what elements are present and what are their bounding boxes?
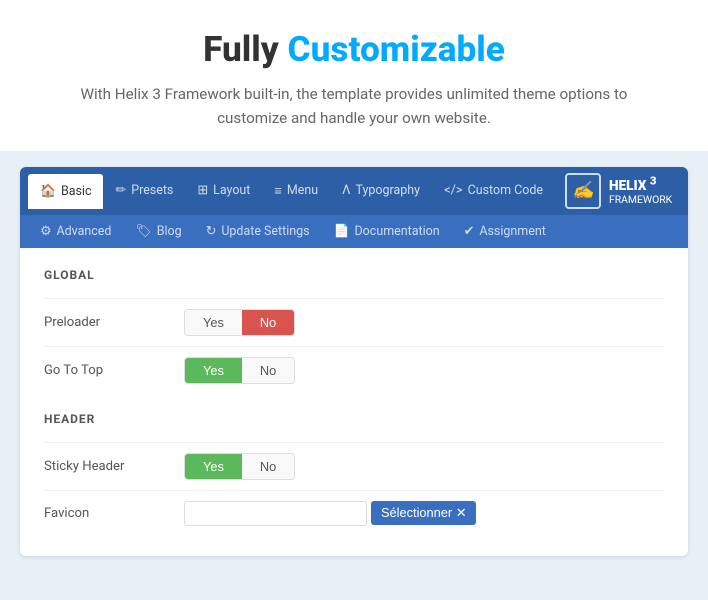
tab-assignment-label: Assignment [479, 224, 545, 239]
hero-title: Fully Customizable [60, 28, 648, 70]
tab-documentation-label: Documentation [355, 224, 440, 239]
logo-name: HELIX 3 [609, 178, 656, 194]
preloader-toggle: Yes No [184, 309, 295, 336]
logo-icon: ✍ [565, 173, 601, 209]
tab-advanced[interactable]: ⚙ Advanced [28, 215, 123, 248]
gear-icon: ⚙ [40, 224, 51, 239]
go-to-top-label: Go To Top [44, 363, 184, 378]
favicon-row: Favicon Sélectionner ✕ [44, 490, 664, 536]
tab-menu-label: Menu [287, 183, 318, 198]
tab-custom-code-label: Custom Code [468, 183, 543, 198]
tab-presets[interactable]: ✏ Presets [103, 173, 185, 208]
menu-icon: ≡ [274, 183, 281, 199]
hero-section: Fully Customizable With Helix 3 Framewor… [0, 0, 708, 151]
hero-subtitle: With Helix 3 Framework built-in, the tem… [60, 82, 648, 131]
tab-layout-label: Layout [213, 183, 250, 198]
logo-subtitle: FRAMEWORK [609, 194, 672, 206]
favicon-label: Favicon [44, 506, 184, 521]
nav-top: 🏠 Basic ✏ Presets ⊞ Layout ≡ Menu Λ Typo… [20, 167, 688, 215]
logo-char: ✍ [572, 181, 594, 201]
code-icon: </> [444, 183, 462, 198]
header-section-label: HEADER [44, 412, 664, 426]
go-to-top-toggle: Yes No [184, 357, 295, 384]
tab-typography[interactable]: Λ Typography [330, 173, 432, 208]
go-to-top-yes-button[interactable]: Yes [185, 358, 242, 383]
preloader-row: Preloader Yes No [44, 298, 664, 346]
preloader-label: Preloader [44, 315, 184, 330]
sticky-header-toggle: Yes No [184, 453, 295, 480]
typography-icon: Λ [342, 183, 350, 198]
go-to-top-no-button[interactable]: No [242, 358, 294, 383]
panel-wrapper: 🏠 Basic ✏ Presets ⊞ Layout ≡ Menu Λ Typo… [0, 151, 708, 576]
global-section-label: GLOBAL [44, 268, 664, 282]
sticky-header-label: Sticky Header [44, 459, 184, 474]
logo-area: ✍ HELIX 3 FRAMEWORK [555, 167, 682, 215]
tab-layout[interactable]: ⊞ Layout [185, 173, 262, 208]
go-to-top-row: Go To Top Yes No [44, 346, 664, 394]
favicon-select-group: Sélectionner ✕ [184, 501, 476, 526]
refresh-icon: ↻ [206, 224, 217, 239]
tab-update-settings-label: Update Settings [221, 224, 309, 239]
tab-basic-label: Basic [61, 184, 92, 199]
tab-basic[interactable]: 🏠 Basic [28, 174, 103, 209]
nav-bottom: ⚙ Advanced 🏷 Blog ↻ Update Settings 📄 Do… [20, 215, 688, 248]
check-icon: ✔ [464, 224, 475, 239]
sticky-header-row: Sticky Header Yes No [44, 442, 664, 490]
framework-panel: 🏠 Basic ✏ Presets ⊞ Layout ≡ Menu Λ Typo… [20, 167, 688, 556]
sticky-header-no-button[interactable]: No [242, 454, 294, 479]
grid-icon: ⊞ [197, 183, 208, 198]
tab-typography-label: Typography [356, 183, 421, 198]
tab-documentation[interactable]: 📄 Documentation [322, 215, 452, 248]
tab-presets-label: Presets [131, 183, 173, 198]
favicon-select-button[interactable]: Sélectionner ✕ [371, 501, 476, 525]
hero-title-highlight: Customizable [288, 28, 505, 70]
tab-blog[interactable]: 🏷 Blog [123, 215, 193, 248]
tab-update-settings[interactable]: ↻ Update Settings [194, 215, 322, 248]
favicon-input[interactable] [184, 501, 367, 526]
tab-assignment[interactable]: ✔ Assignment [452, 215, 558, 248]
hero-title-prefix: Fully [203, 28, 287, 70]
tab-advanced-label: Advanced [56, 224, 111, 239]
tab-blog-label: Blog [157, 224, 182, 239]
doc-icon: 📄 [334, 224, 350, 239]
home-icon: 🏠 [40, 184, 56, 199]
sticky-header-yes-button[interactable]: Yes [185, 454, 242, 479]
preloader-no-button[interactable]: No [242, 310, 294, 335]
tab-custom-code[interactable]: </> Custom Code [432, 173, 555, 208]
pencil-icon: ✏ [115, 183, 126, 198]
panel-content: GLOBAL Preloader Yes No Go To Top Yes No… [20, 248, 688, 556]
tag-icon: 🏷 [135, 224, 151, 239]
logo-text: HELIX 3 FRAMEWORK [609, 174, 672, 206]
tab-menu[interactable]: ≡ Menu [262, 173, 330, 209]
preloader-yes-button[interactable]: Yes [185, 310, 242, 335]
